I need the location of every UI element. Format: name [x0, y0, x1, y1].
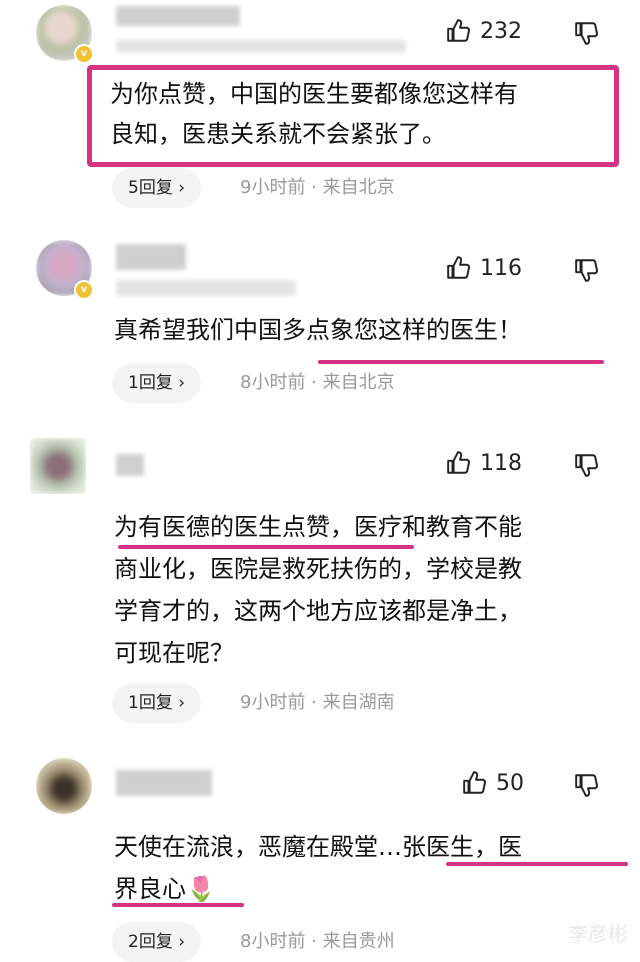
reply-button[interactable]: 5回复 ›: [112, 168, 202, 208]
thumbs-up-icon: [447, 19, 470, 42]
thumbs-up-icon: [463, 771, 486, 794]
comment-meta: 8小时前 · 来自北京: [240, 372, 395, 393]
user-subtitle: [116, 40, 406, 52]
username[interactable]: [116, 244, 186, 270]
comment-meta: 9小时前 · 来自湖南: [240, 692, 395, 713]
highlight-underline: [446, 862, 628, 866]
username[interactable]: [116, 6, 240, 26]
comment-text: 真希望我们中国多点象您这样的医生！: [114, 316, 522, 344]
comment-text: 天使在流浪，恶魔在殿堂…张医生，医 界良心🌷: [114, 833, 522, 903]
thumbs-down-icon[interactable]: [574, 257, 600, 283]
like-count: 232: [480, 18, 522, 44]
thumbs-down-icon[interactable]: [574, 452, 600, 478]
avatar[interactable]: [36, 758, 92, 814]
user-subtitle: [116, 280, 296, 296]
thumbs-up-icon: [447, 451, 470, 474]
like-count: 116: [480, 255, 522, 281]
comment-meta: 9小时前 · 来自北京: [240, 177, 395, 198]
username[interactable]: [116, 770, 212, 796]
reply-button[interactable]: 1回复 ›: [112, 363, 202, 403]
thumbs-down-icon[interactable]: [574, 772, 600, 798]
thumbs-down-icon[interactable]: [574, 20, 600, 46]
highlight-underline: [118, 545, 414, 549]
comment-text: 为有医德的医生点赞，医疗和教育不能 商业化，医院是救死扶伤的，学校是教 学育才的…: [114, 513, 522, 667]
username[interactable]: [116, 454, 144, 476]
comment-text: 为你点赞，中国的医生要都像您这样有 良知，医患关系就不会紧张了。: [110, 80, 518, 148]
reply-button[interactable]: 1回复 ›: [112, 683, 202, 723]
like-button[interactable]: 118: [446, 450, 522, 476]
watermark: 李彦彬: [568, 922, 628, 946]
highlight-underline: [112, 903, 244, 907]
like-button[interactable]: 50: [462, 770, 524, 796]
like-button[interactable]: 232: [446, 18, 522, 44]
like-count: 118: [480, 450, 522, 476]
avatar[interactable]: [30, 438, 86, 494]
comment-meta: 8小时前 · 来自贵州: [240, 931, 395, 952]
thumbs-up-icon: [447, 256, 470, 279]
verified-badge-icon: v: [74, 280, 94, 300]
like-button[interactable]: 116: [446, 255, 522, 281]
verified-badge-icon: v: [74, 44, 94, 64]
reply-button[interactable]: 2回复 ›: [112, 922, 202, 962]
like-count: 50: [496, 770, 524, 796]
